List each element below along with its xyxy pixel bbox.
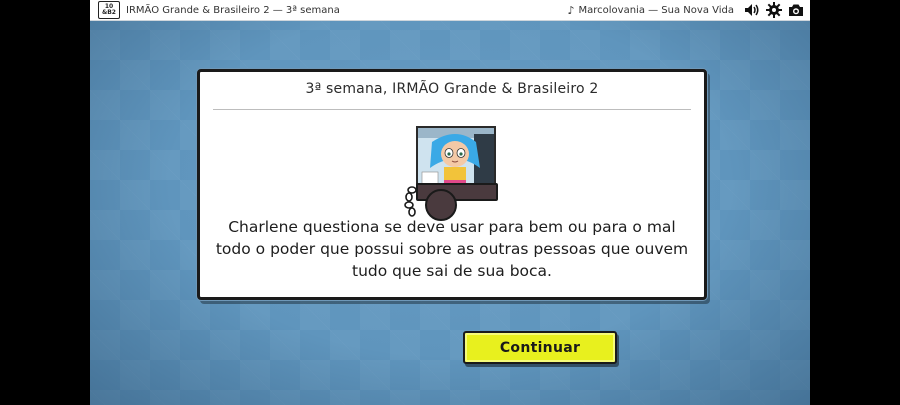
character-illustration	[418, 128, 494, 190]
gear-icon[interactable]	[766, 2, 782, 18]
game-logo: 10 &B2	[98, 1, 120, 19]
continue-button[interactable]: Continuar	[463, 331, 617, 364]
now-playing: ♪ Marcolovania — Sua Nova Vida	[567, 4, 734, 17]
character-portrait	[403, 126, 499, 221]
dialog-text: Charlene questiona se deve usar para bem…	[215, 218, 689, 280]
dialog-title: 3ª semana, IRMÃO Grande & Brasileiro 2	[305, 81, 599, 97]
now-playing-track: Marcolovania — Sua Nova Vida	[578, 4, 735, 16]
dialog-divider	[213, 109, 691, 110]
window-title: IRMÃO Grande & Brasileiro 2 — 3ª semana	[126, 4, 340, 16]
logo-bottom-text: &B2	[102, 9, 116, 16]
speaker-icon[interactable]	[744, 2, 760, 18]
continue-button-label: Continuar	[499, 339, 581, 356]
camera-icon[interactable]	[788, 2, 804, 18]
top-bar: 10 &B2 IRMÃO Grande & Brasileiro 2 — 3ª …	[90, 0, 810, 21]
game-viewport: 10 &B2 IRMÃO Grande & Brasileiro 2 — 3ª …	[90, 0, 810, 405]
music-note-icon: ♪	[567, 3, 575, 17]
event-dialog: 3ª semana, IRMÃO Grande & Brasileiro 2 C…	[197, 69, 707, 300]
